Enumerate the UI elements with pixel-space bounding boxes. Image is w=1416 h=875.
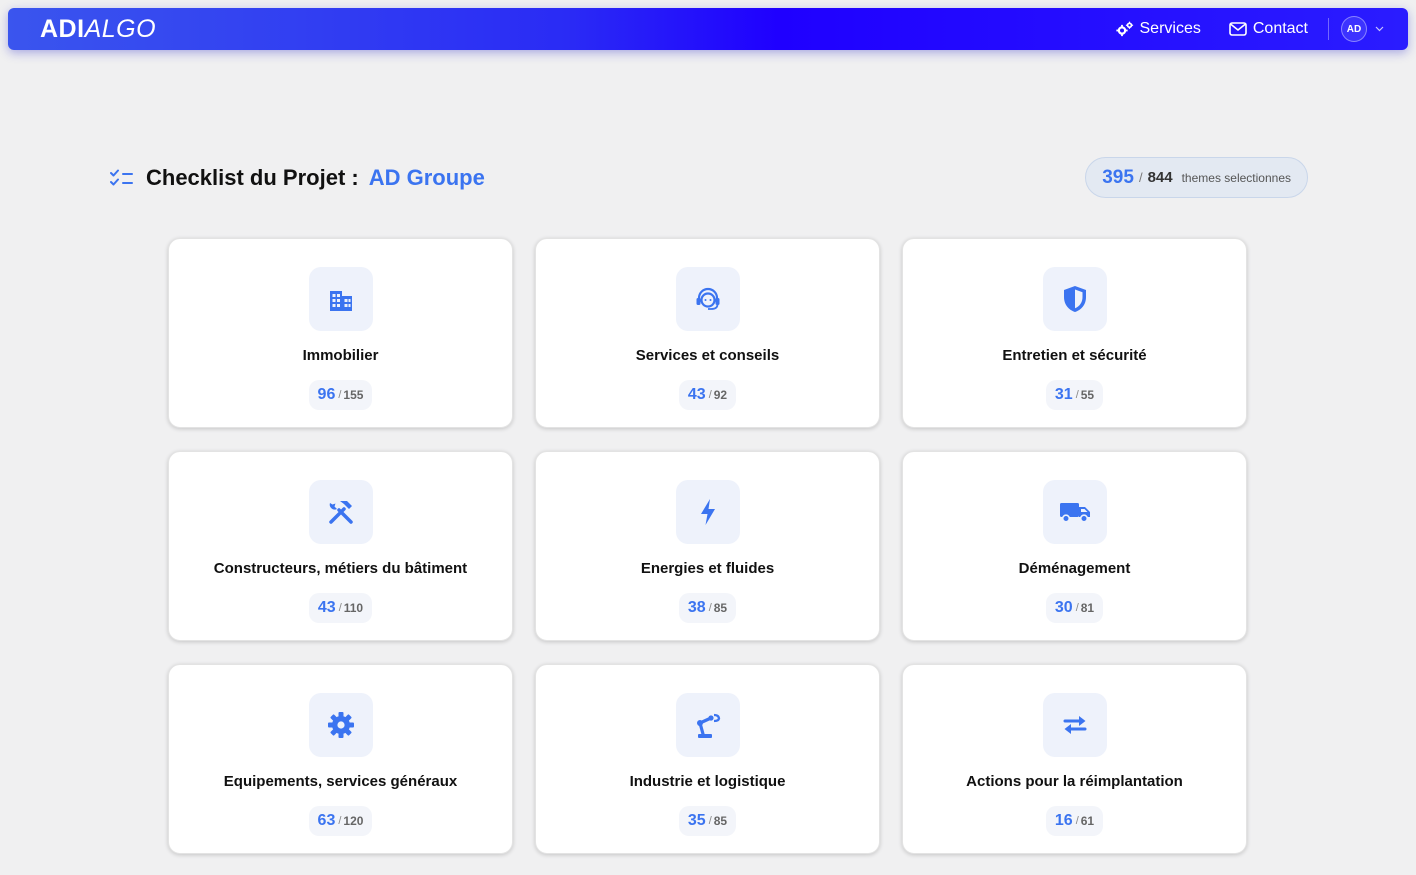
category-card-equipements[interactable]: Equipements, services généraux 63 / 120 bbox=[168, 664, 513, 854]
nav-services-label: Services bbox=[1139, 20, 1201, 37]
category-title: Energies et fluides bbox=[640, 560, 775, 577]
themes-total-count: 844 bbox=[1147, 169, 1173, 186]
gear-icon bbox=[327, 712, 354, 738]
category-count-badge: 38 / 85 bbox=[678, 593, 737, 623]
category-count-badge: 30 / 81 bbox=[1045, 593, 1104, 623]
page-title: Checklist du Projet : bbox=[146, 164, 359, 190]
category-icon-box bbox=[1042, 480, 1107, 544]
counter-separator: / bbox=[1138, 170, 1143, 185]
category-icon-box bbox=[1042, 267, 1107, 331]
category-count-badge: 16 / 61 bbox=[1045, 806, 1104, 836]
count-separator: / bbox=[338, 602, 342, 614]
nav-contact-link[interactable]: Contact bbox=[1229, 20, 1308, 38]
category-count-badge: 31 / 55 bbox=[1045, 380, 1104, 410]
category-selected-count: 43 bbox=[687, 386, 706, 403]
category-selected-count: 30 bbox=[1054, 599, 1073, 616]
logo-light-part: ALGO bbox=[84, 14, 157, 43]
themes-counter-badge: 395 / 844 themes selectionnes bbox=[1085, 157, 1308, 198]
count-separator: / bbox=[708, 389, 712, 401]
count-separator: / bbox=[338, 389, 342, 401]
chevron-down-icon bbox=[1375, 26, 1384, 32]
count-separator: / bbox=[1075, 815, 1079, 827]
count-separator: / bbox=[1075, 602, 1079, 614]
category-icon-box bbox=[675, 267, 740, 331]
category-total-count: 92 bbox=[713, 388, 728, 402]
category-icon-box bbox=[1042, 693, 1107, 757]
category-total-count: 155 bbox=[343, 388, 364, 402]
category-selected-count: 16 bbox=[1054, 812, 1073, 829]
user-menu-toggle[interactable]: AD bbox=[1341, 16, 1384, 42]
envelope-icon bbox=[1229, 22, 1247, 36]
category-count-badge: 43 / 92 bbox=[678, 380, 737, 410]
arrows-exchange-icon bbox=[1063, 716, 1086, 734]
count-separator: / bbox=[338, 815, 342, 827]
category-selected-count: 96 bbox=[317, 386, 336, 403]
robot-arm-icon bbox=[696, 713, 720, 738]
project-name: AD Groupe bbox=[368, 164, 485, 190]
themes-selected-count: 395 bbox=[1102, 166, 1134, 188]
category-icon-box bbox=[675, 480, 740, 544]
category-icon-box bbox=[308, 267, 373, 331]
category-grid: Immobilier 96 / 155 Services et conseils… bbox=[168, 238, 1247, 854]
category-title: Services et conseils bbox=[635, 347, 780, 364]
count-separator: / bbox=[708, 602, 712, 614]
nav-right: Services Contact AD bbox=[1088, 8, 1385, 50]
category-count-badge: 63 / 120 bbox=[308, 806, 373, 836]
category-total-count: 85 bbox=[713, 814, 728, 828]
category-card-energies-fluides[interactable]: Energies et fluides 38 / 85 bbox=[535, 451, 880, 641]
category-card-demenagement[interactable]: Déménagement 30 / 81 bbox=[902, 451, 1247, 641]
nav-contact-label: Contact bbox=[1252, 20, 1308, 37]
category-count-badge: 43 / 110 bbox=[308, 593, 373, 623]
category-selected-count: 43 bbox=[317, 599, 336, 616]
themes-counter-label: themes selectionnes bbox=[1181, 170, 1291, 185]
category-count-badge: 35 / 85 bbox=[678, 806, 737, 836]
count-separator: / bbox=[708, 815, 712, 827]
category-card-industrie-logistique[interactable]: Industrie et logistique 35 / 85 bbox=[535, 664, 880, 854]
category-card-immobilier[interactable]: Immobilier 96 / 155 bbox=[168, 238, 513, 428]
category-icon-box bbox=[308, 480, 373, 544]
count-separator: / bbox=[1075, 389, 1079, 401]
category-total-count: 85 bbox=[713, 601, 728, 615]
truck-icon bbox=[1059, 503, 1090, 523]
bolt-icon bbox=[700, 499, 715, 525]
category-total-count: 81 bbox=[1080, 601, 1095, 615]
page-title-group: Checklist du Projet : AD Groupe bbox=[110, 165, 485, 191]
category-title: Déménagement bbox=[1018, 560, 1131, 577]
category-selected-count: 38 bbox=[687, 599, 706, 616]
category-title: Immobilier bbox=[302, 347, 379, 364]
category-card-constructeurs[interactable]: Constructeurs, métiers du bâtiment 43 / … bbox=[168, 451, 513, 641]
nav-services-link[interactable]: Services bbox=[1115, 20, 1201, 38]
category-icon-box bbox=[308, 693, 373, 757]
category-card-entretien-securite[interactable]: Entretien et sécurité 31 / 55 bbox=[902, 238, 1247, 428]
category-card-reimplantation[interactable]: Actions pour la réimplantation 16 / 61 bbox=[902, 664, 1247, 854]
category-selected-count: 63 bbox=[317, 812, 336, 829]
category-title: Industrie et logistique bbox=[629, 773, 786, 790]
category-total-count: 61 bbox=[1080, 814, 1095, 828]
app-logo[interactable]: ADI ALGO bbox=[40, 15, 156, 44]
headset-icon bbox=[696, 287, 719, 310]
category-title: Entretien et sécurité bbox=[1002, 347, 1147, 364]
gears-icon bbox=[1115, 21, 1133, 37]
shield-icon bbox=[1063, 286, 1086, 312]
checklist-icon bbox=[110, 169, 133, 185]
category-total-count: 55 bbox=[1080, 388, 1095, 402]
category-title: Actions pour la réimplantation bbox=[966, 773, 1183, 790]
category-title: Equipements, services généraux bbox=[223, 773, 458, 790]
category-count-badge: 96 / 155 bbox=[308, 380, 373, 410]
category-total-count: 120 bbox=[343, 814, 364, 828]
logo-bold-part: ADI bbox=[40, 14, 85, 43]
category-icon-box bbox=[675, 693, 740, 757]
tools-icon bbox=[328, 501, 353, 524]
category-total-count: 110 bbox=[343, 601, 364, 615]
nav-divider bbox=[1328, 18, 1329, 40]
category-card-services-conseils[interactable]: Services et conseils 43 / 92 bbox=[535, 238, 880, 428]
building-icon bbox=[329, 291, 352, 311]
user-avatar: AD bbox=[1341, 16, 1367, 42]
category-selected-count: 31 bbox=[1054, 386, 1073, 403]
top-navbar: ADI ALGO Services Contact AD bbox=[8, 8, 1408, 50]
category-title: Constructeurs, métiers du bâtiment bbox=[213, 560, 468, 577]
category-selected-count: 35 bbox=[687, 812, 706, 829]
page-header: Checklist du Projet : AD Groupe 395 / 84… bbox=[110, 157, 1308, 198]
